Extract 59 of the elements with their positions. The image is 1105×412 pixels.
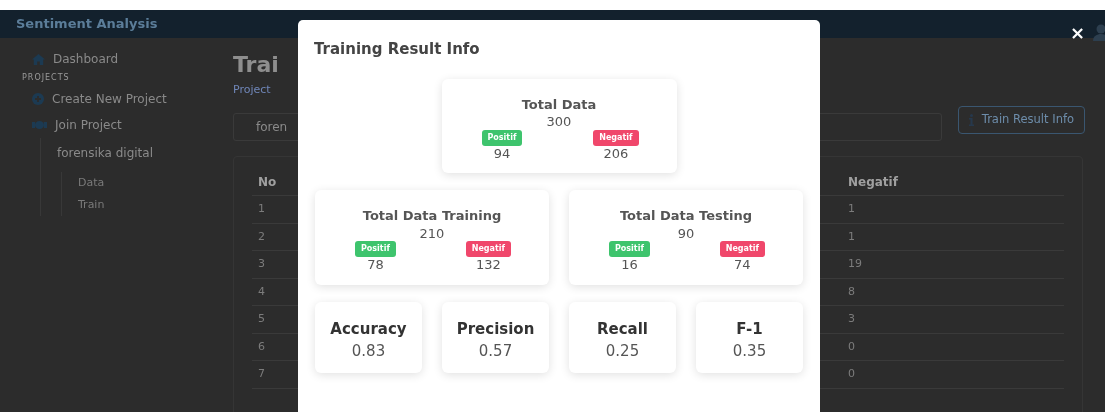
breadcrumb-link[interactable]: Project [233, 83, 271, 96]
total-count: 210 [418, 225, 446, 242]
card-title: Total Data Testing [618, 207, 753, 226]
class-count: 74 [734, 257, 751, 273]
project-name-link[interactable]: forensika digital [57, 144, 153, 162]
metric-label: Recall [596, 318, 649, 340]
info-icon [968, 113, 974, 126]
class-count: 132 [475, 257, 501, 273]
table-cell: 5 [258, 312, 265, 325]
app-brand[interactable]: Sentiment Analysis [16, 14, 158, 34]
card-title: Total Data [520, 95, 598, 114]
table-cell: 3 [258, 257, 265, 270]
table-cell: 1 [848, 202, 855, 215]
metric-value: 0.57 [477, 341, 514, 363]
metric-value: 0.25 [604, 341, 641, 363]
column-header: No [258, 174, 277, 189]
metric-value: 0.35 [731, 341, 768, 363]
positive-badge: Positif [609, 241, 650, 258]
positive-badge: Positif [355, 241, 396, 258]
sidebar-sublink[interactable]: Train [78, 196, 105, 214]
metric-label: F-1 [735, 318, 764, 340]
column-header: Negatif [848, 174, 898, 189]
negative-badge: Negatif [465, 241, 511, 258]
table-cell: 1 [848, 229, 855, 243]
table-cell: 0 [848, 339, 855, 353]
metric-label: Accuracy [329, 318, 408, 340]
table-cell: 0 [848, 367, 855, 380]
metric-value: 0.83 [350, 341, 387, 363]
train-result-info-button[interactable]: Train Result Info [957, 105, 1085, 134]
home-icon [32, 53, 45, 65]
sidebar-link[interactable]: Dashboard [53, 50, 119, 68]
modal-title: Training Result Info [314, 39, 481, 60]
sidebar-heading: PROJECTS [22, 72, 71, 84]
table-cell: 3 [848, 312, 855, 325]
page-title: Trai [233, 54, 280, 76]
table-cell: 19 [848, 257, 862, 270]
card-title: Total Data Training [361, 207, 503, 226]
close-button[interactable]: × [1069, 24, 1085, 42]
table-cell: 6 [258, 339, 265, 353]
table-cell: 8 [848, 284, 855, 298]
total-count: 300 [545, 114, 573, 130]
sidebar-link[interactable]: Create New Project [52, 90, 167, 108]
table-cell: 1 [258, 202, 265, 215]
positive-badge: Positif [481, 129, 523, 146]
negative-badge: Negatif [719, 241, 765, 258]
class-count: 16 [621, 257, 638, 273]
sidebar-link[interactable]: Join Project [55, 116, 122, 134]
total-count: 90 [676, 225, 696, 242]
table-cell: 2 [258, 229, 265, 243]
plus-circle-icon [32, 93, 44, 105]
table-cell: 4 [258, 284, 265, 298]
table-cell: 7 [258, 367, 265, 380]
sidebar-sublink[interactable]: Data [78, 174, 105, 192]
class-count: 206 [603, 145, 629, 162]
class-count: 94 [493, 145, 511, 162]
class-count: 78 [367, 257, 384, 273]
user-avatar-icon[interactable] [1091, 22, 1105, 42]
metric-label: Precision [455, 318, 536, 340]
negative-badge: Negatif [593, 129, 639, 146]
